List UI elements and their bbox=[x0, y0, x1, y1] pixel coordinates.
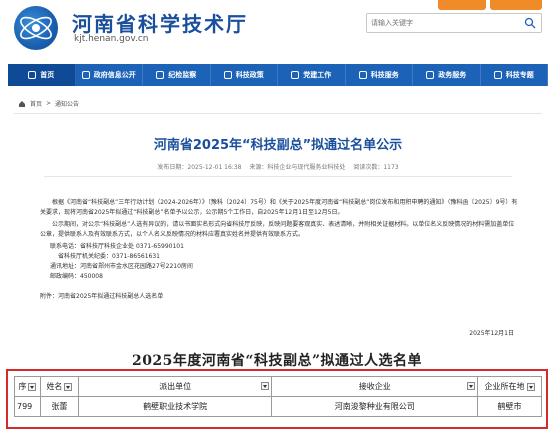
main-nav: 首页 政府信息公开 纪检监察 科技政策 党建工作 科技服务 政务服务 科技专题 bbox=[8, 64, 548, 86]
breadcrumb-home[interactable]: 首页 bbox=[30, 99, 42, 108]
search-box[interactable] bbox=[366, 13, 542, 33]
nav-item-service[interactable]: 科技服务 bbox=[346, 64, 413, 86]
divider bbox=[44, 176, 512, 177]
nav-label: 科技专题 bbox=[505, 71, 534, 79]
nav-item-party[interactable]: 党建工作 bbox=[278, 64, 346, 86]
filter-dropdown-icon[interactable] bbox=[28, 382, 37, 391]
breadcrumb: 首页 > 通知公告 bbox=[18, 99, 83, 108]
article-body: 根据《河南省“科技副总”三年行动计划（2024-2026年）》（豫科〔2024〕… bbox=[40, 198, 518, 302]
home-icon bbox=[19, 100, 25, 107]
table-cell: 鹤壁职业技术学院 bbox=[77, 396, 273, 417]
nav-item-gov-service[interactable]: 政务服务 bbox=[413, 64, 481, 86]
contact-phone: 0371-86561631 bbox=[112, 253, 160, 260]
contact-address: 通讯地址：河南省郑州市金水区花园路27号2210房间 bbox=[50, 263, 193, 270]
contact-info: 联系电话：省科技厅科技企业处 0371-65990101 省科技厅机关纪委：03… bbox=[40, 242, 518, 282]
breadcrumb-separator: > bbox=[46, 100, 52, 107]
nav-label: 首页 bbox=[40, 71, 55, 79]
nav-item-gov-info[interactable]: 政府信息公开 bbox=[76, 64, 143, 86]
nav-label: 政务服务 bbox=[438, 71, 467, 79]
column-header[interactable]: 派出单位 bbox=[77, 376, 273, 397]
column-header[interactable]: 姓名 bbox=[39, 376, 79, 397]
table-row: 799 张蕾 鹤壁职业技术学院 河南浚黎种业有限公司 鹤壁市 bbox=[14, 396, 542, 417]
nav-item-topic[interactable]: 科技专题 bbox=[481, 64, 548, 86]
column-header[interactable]: 序 bbox=[14, 376, 41, 397]
site-url: kjt.henan.gov.cn bbox=[74, 34, 149, 44]
contact-label: 联系电话：省科技厅科技企业处 bbox=[50, 243, 135, 250]
search-input[interactable] bbox=[371, 16, 517, 30]
article-paragraph: 根据《河南省“科技副总”三年行动计划（2024-2026年）》（豫科〔2024〕… bbox=[40, 199, 518, 216]
breadcrumb-current[interactable]: 通知公告 bbox=[55, 99, 79, 108]
nav-item-policy[interactable]: 科技政策 bbox=[211, 64, 278, 86]
document-icon bbox=[81, 71, 90, 79]
article-meta: 发布日期：2025-12-01 16:38 来源：科技企业与现代服务业科技处 阅… bbox=[14, 162, 542, 171]
candidate-table: 序 姓名 派出单位 接收企业 企业所在地 799 张蕾 鹤壁职业技术学院 河南浚… bbox=[14, 376, 542, 417]
table-title: 2025年度河南省“科技副总”拟通过人选名单 bbox=[131, 353, 423, 369]
nav-label: 科技服务 bbox=[370, 71, 399, 79]
table-header-row: 序 姓名 派出单位 接收企业 企业所在地 bbox=[14, 376, 542, 397]
attachment-link[interactable]: 附件：河南省2025年拟通过科技副总人选名单 bbox=[40, 292, 518, 302]
column-header[interactable]: 接收企业 bbox=[271, 376, 479, 397]
article-title: 河南省2025年“科技副总”拟通过名单公示 bbox=[153, 138, 403, 153]
nav-label: 党建工作 bbox=[303, 71, 332, 79]
contact-phone: 0371-65990101 bbox=[135, 243, 184, 250]
grid-icon bbox=[426, 71, 435, 79]
search-icon[interactable] bbox=[524, 17, 536, 29]
article-source: 来源：科技企业与现代服务业科技处 bbox=[249, 164, 346, 171]
table-cell: 鹤壁市 bbox=[477, 396, 542, 417]
top-link-2[interactable] bbox=[490, 0, 542, 10]
filter-dropdown-icon[interactable] bbox=[261, 382, 270, 390]
star-icon bbox=[291, 71, 300, 79]
top-link-1[interactable] bbox=[438, 0, 486, 10]
article: 河南省2025年“科技副总”拟通过名单公示 发布日期：2025-12-01 16… bbox=[14, 114, 542, 338]
site-logo[interactable] bbox=[14, 6, 58, 50]
table-cell: 张蕾 bbox=[39, 396, 79, 417]
contact-label: 省科技厅机关纪委： bbox=[58, 253, 113, 260]
topic-icon bbox=[493, 71, 502, 79]
table-cell: 河南浚黎种业有限公司 bbox=[271, 396, 479, 417]
nav-label: 纪检监察 bbox=[168, 71, 197, 79]
nav-label: 科技政策 bbox=[235, 71, 264, 79]
nav-item-discipline[interactable]: 纪检监察 bbox=[143, 64, 211, 86]
column-header[interactable]: 企业所在地 bbox=[477, 376, 542, 397]
site-header: 河南省科学技术厅 kjt.henan.gov.cn bbox=[0, 0, 554, 62]
service-icon bbox=[358, 71, 367, 79]
article-date: 2025年12月1日 bbox=[469, 330, 514, 337]
contact-postcode: 邮政编码：450008 bbox=[50, 273, 103, 280]
publish-time: 发布日期：2025-12-01 16:38 bbox=[157, 164, 242, 171]
policy-icon bbox=[223, 71, 232, 79]
filter-dropdown-icon[interactable] bbox=[467, 382, 476, 390]
filter-dropdown-icon[interactable] bbox=[526, 382, 535, 391]
nav-item-home[interactable]: 首页 bbox=[8, 64, 76, 86]
site-title[interactable]: 河南省科学技术厅 bbox=[72, 8, 248, 37]
view-count: 阅读次数：1173 bbox=[353, 164, 399, 171]
filter-dropdown-icon[interactable] bbox=[64, 382, 73, 391]
article-paragraph: 公示期间，对公示“科技副总”人选有异议的，请以书面实名形式向省科技厅反映，反映问… bbox=[40, 221, 515, 238]
book-icon bbox=[156, 71, 165, 79]
table-cell: 799 bbox=[14, 396, 41, 417]
home-icon bbox=[28, 71, 37, 79]
nav-label: 政府信息公开 bbox=[93, 71, 136, 79]
